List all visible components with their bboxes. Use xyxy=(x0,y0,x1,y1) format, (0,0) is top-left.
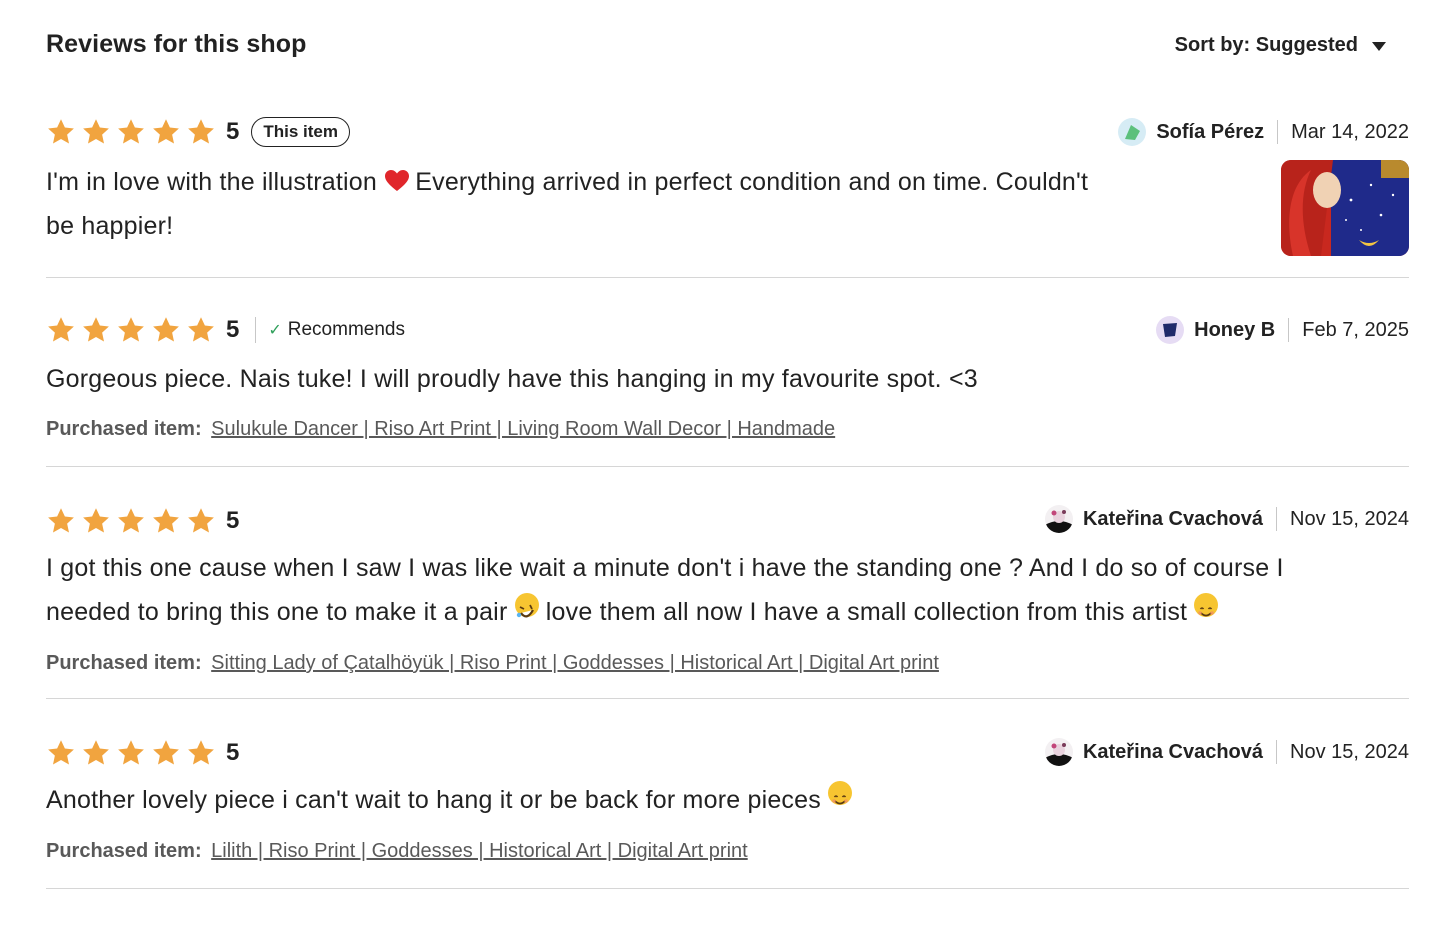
star-icon xyxy=(81,738,111,768)
review-meta: Honey B Feb 7, 2025 xyxy=(1156,316,1409,344)
author-name[interactable]: Honey B xyxy=(1194,319,1275,342)
review-text: I got this one cause when I saw I was li… xyxy=(46,546,1409,634)
purchased-item-link[interactable]: Lilith | Riso Print | Goddesses | Histor… xyxy=(211,840,748,862)
star-icon xyxy=(116,315,146,345)
review-date: Feb 7, 2025 xyxy=(1302,318,1409,341)
review-text-part: I'm in love with the illustration xyxy=(46,168,385,196)
recommends-tag: ✓ Recommends xyxy=(255,317,405,343)
star-rating xyxy=(46,506,216,536)
review-text-part: love them all now I have a small collect… xyxy=(538,598,1195,626)
review-item: 5 Kateřina Cvachová Nov 15, 2024 I got t… xyxy=(46,466,1409,699)
star-icon xyxy=(81,506,111,536)
navy-shape-icon xyxy=(1163,323,1178,337)
review-date: Mar 14, 2022 xyxy=(1291,120,1409,143)
star-icon xyxy=(186,738,216,768)
review-meta: Kateřina Cvachová Nov 15, 2024 xyxy=(1044,505,1409,533)
star-icon xyxy=(116,506,146,536)
reviews-section: Reviews for this shop Sort by: Suggested… xyxy=(0,0,1444,926)
green-shape-icon xyxy=(1125,125,1141,140)
rating-value: 5 xyxy=(226,118,240,145)
rofl-emoji-icon xyxy=(514,593,539,618)
purchased-item-link[interactable]: Sitting Lady of Çatalhöyük | Riso Print … xyxy=(211,652,939,674)
purchased-item: Purchased item: Sitting Lady of Çatalhöy… xyxy=(46,652,939,675)
star-icon xyxy=(186,506,216,536)
divider xyxy=(1277,120,1279,144)
review-date: Nov 15, 2024 xyxy=(1290,740,1409,763)
review-text-part: needed to bring this one to make it a pa… xyxy=(46,598,515,626)
divider xyxy=(1276,507,1278,531)
review-photo[interactable] xyxy=(1281,160,1409,256)
avatar[interactable] xyxy=(1044,505,1073,533)
purchased-item: Purchased item: Sulukule Dancer | Riso A… xyxy=(46,418,835,441)
review-text-part: Another lovely piece i can't wait to han… xyxy=(46,786,829,814)
review-text: I'm in love with the illustration Everyt… xyxy=(46,160,1236,248)
rating-row: 5 ✓ Recommends xyxy=(46,315,405,345)
star-icon xyxy=(81,117,111,147)
avatar[interactable] xyxy=(1156,316,1185,344)
review-text-part: Everything arrived in perfect condition … xyxy=(408,168,1089,196)
star-icon xyxy=(81,315,111,345)
star-icon xyxy=(186,315,216,345)
review-text-part: I got this one cause when I saw I was li… xyxy=(46,554,1284,582)
review-text: Gorgeous piece. Nais tuke! I will proudl… xyxy=(46,365,978,393)
star-icon xyxy=(46,738,76,768)
star-icon xyxy=(151,117,181,147)
star-icon xyxy=(151,506,181,536)
divider xyxy=(1288,318,1290,342)
star-icon xyxy=(151,738,181,768)
author-name[interactable]: Kateřina Cvachová xyxy=(1083,741,1263,764)
purchased-item-link[interactable]: Sulukule Dancer | Riso Art Print | Livin… xyxy=(211,418,835,440)
star-icon xyxy=(116,738,146,768)
star-icon xyxy=(116,117,146,147)
star-rating xyxy=(46,315,216,345)
star-rating xyxy=(46,117,216,147)
rating-value: 5 xyxy=(226,316,240,343)
smile-emoji-icon xyxy=(828,781,853,805)
author-name[interactable]: Kateřina Cvachová xyxy=(1083,508,1263,531)
star-icon xyxy=(46,506,76,536)
author-name[interactable]: Sofía Pérez xyxy=(1156,121,1264,144)
avatar[interactable] xyxy=(1044,738,1073,766)
purchased-label: Purchased item: xyxy=(46,418,202,440)
review-item: 5 ✓ Recommends Honey B Feb 7, 2025 Gorge… xyxy=(46,277,1409,467)
rating-row: 5 xyxy=(46,506,239,536)
user-photo-icon xyxy=(1044,743,1073,766)
rating-row: 5 xyxy=(46,738,239,768)
rating-value: 5 xyxy=(226,507,240,534)
this-item-badge: This item xyxy=(251,117,350,147)
rating-row: 5 This item xyxy=(46,117,350,147)
smile-emoji-icon xyxy=(1194,593,1219,617)
star-icon xyxy=(151,315,181,345)
review-text: Another lovely piece i can't wait to han… xyxy=(46,778,853,822)
review-item: 5 This item Sofía Pérez Mar 14, 2022 I'm… xyxy=(46,0,1409,278)
review-text-part: be happier! xyxy=(46,212,174,240)
review-meta: Sofía Pérez Mar 14, 2022 xyxy=(1118,118,1409,146)
purchased-label: Purchased item: xyxy=(46,652,202,674)
purchased-item: Purchased item: Lilith | Riso Print | Go… xyxy=(46,840,748,863)
user-photo-icon xyxy=(1044,510,1073,533)
star-rating xyxy=(46,738,216,768)
heart-emoji-icon xyxy=(384,163,410,191)
star-icon xyxy=(46,117,76,147)
review-date: Nov 15, 2024 xyxy=(1290,507,1409,530)
star-icon xyxy=(186,117,216,147)
purchased-label: Purchased item: xyxy=(46,840,202,862)
star-icon xyxy=(46,315,76,345)
divider xyxy=(1276,740,1278,764)
recommends-label: Recommends xyxy=(287,319,405,340)
illustration-thumbnail-icon xyxy=(1281,160,1409,256)
review-item: 5 Kateřina Cvachová Nov 15, 2024 Another… xyxy=(46,698,1409,889)
review-meta: Kateřina Cvachová Nov 15, 2024 xyxy=(1044,738,1409,766)
rating-value: 5 xyxy=(226,739,240,766)
checkmark-icon: ✓ xyxy=(268,322,282,339)
avatar[interactable] xyxy=(1118,118,1147,146)
